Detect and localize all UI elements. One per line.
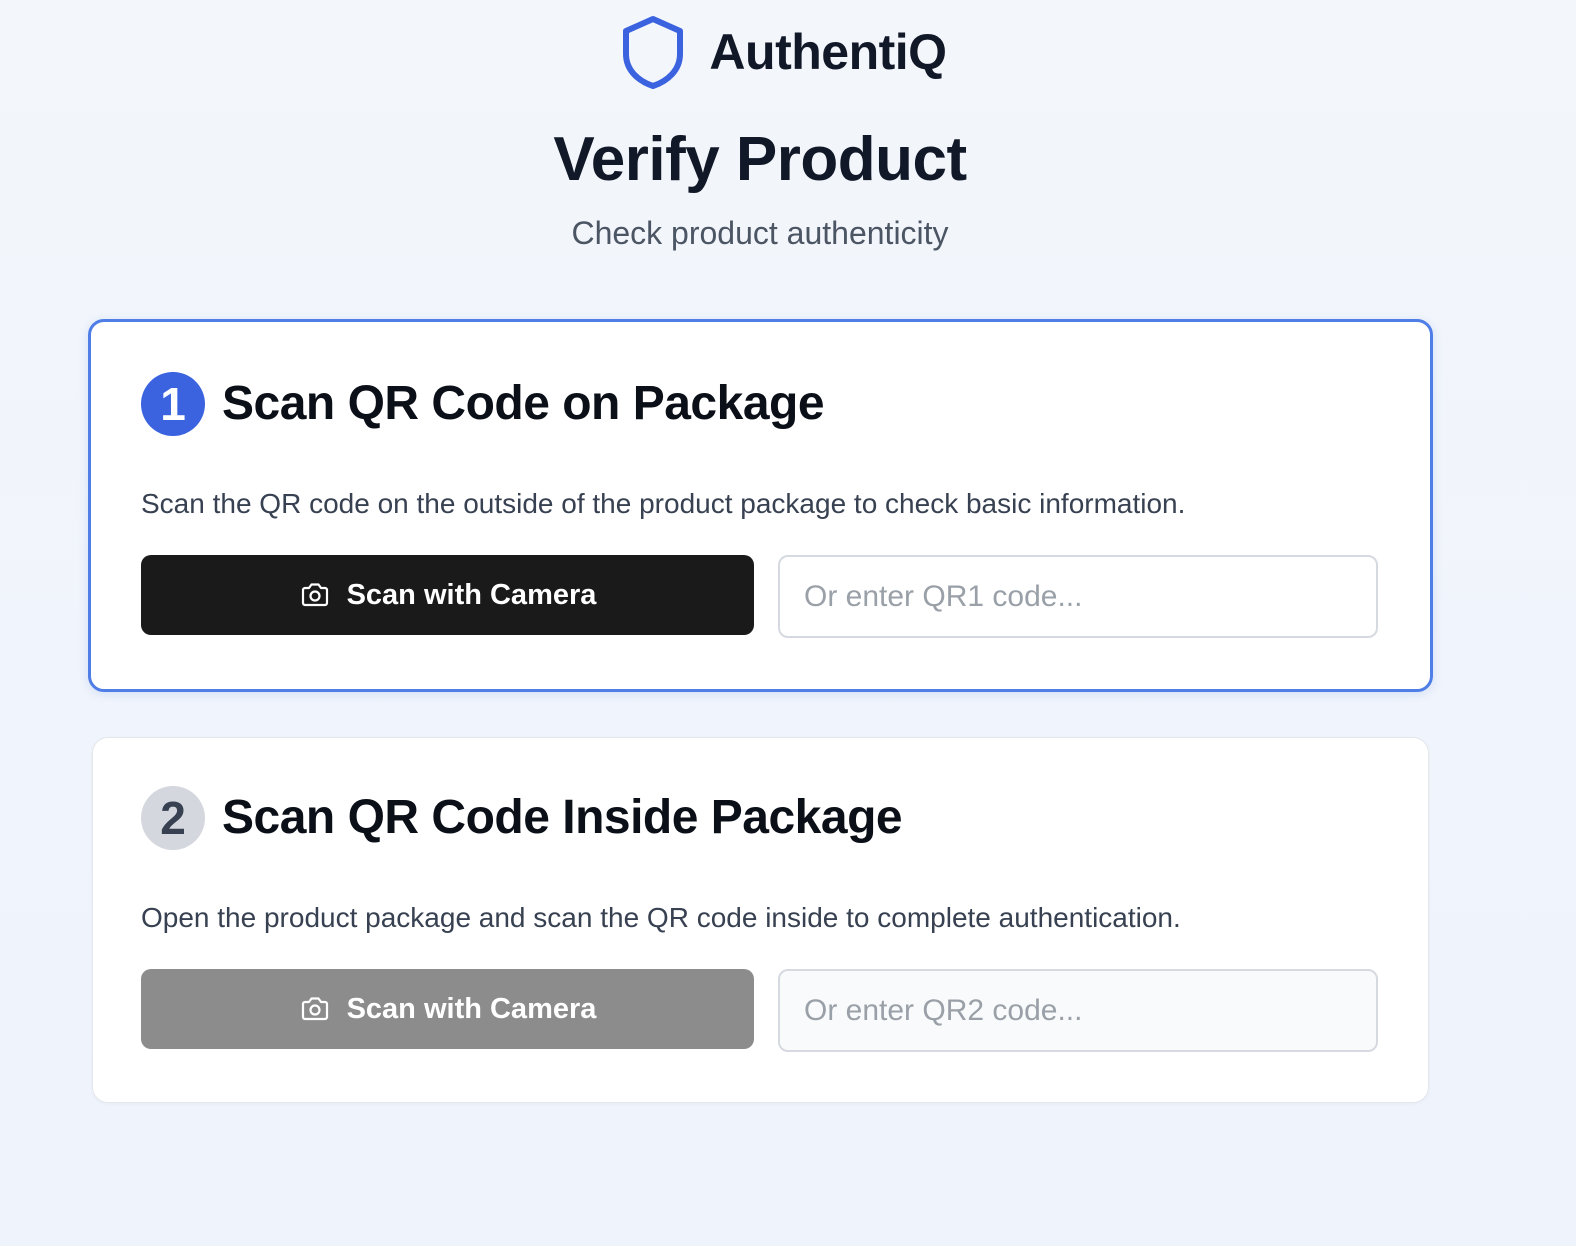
step-title: Scan QR Code on Package [222, 377, 825, 430]
step-description: Open the product package and scan the QR… [141, 902, 1181, 933]
camera-icon [301, 997, 328, 1021]
step-title: Scan QR Code Inside Package [222, 791, 903, 844]
page-title: Verify Product [553, 125, 967, 194]
brand[interactable]: AuthentiQ [0, 14, 1568, 90]
page-subtitle: Check product authenticity [571, 215, 949, 251]
brand-name: AuthentiQ [709, 24, 947, 80]
camera-icon [301, 583, 328, 607]
step-description: Scan the QR code on the outside of the p… [141, 488, 1186, 519]
step-card-qr2: 2 Scan QR Code Inside Package Open the p… [92, 737, 1429, 1103]
qr2-code-input[interactable] [778, 969, 1378, 1052]
shield-icon [623, 16, 684, 89]
step-card-qr1: 1 Scan QR Code on Package Scan the QR co… [88, 319, 1433, 692]
step-header: 1 Scan QR Code on Package [141, 372, 825, 436]
scan-with-camera-button-disabled[interactable]: Scan with Camera [141, 969, 754, 1049]
step-header: 2 Scan QR Code Inside Package [141, 786, 903, 850]
step-number-badge: 2 [141, 786, 205, 850]
scan-button-label: Scan with Camera [346, 992, 597, 1025]
scan-with-camera-button[interactable]: Scan with Camera [141, 555, 754, 635]
scan-button-label: Scan with Camera [346, 578, 597, 611]
qr1-code-input[interactable] [778, 555, 1378, 638]
step-number-badge: 1 [141, 372, 205, 436]
